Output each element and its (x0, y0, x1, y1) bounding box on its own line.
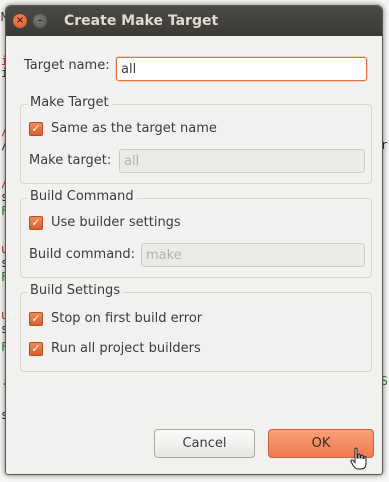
same-as-target-checkbox-row[interactable]: ✓ Same as the target name (29, 121, 217, 136)
build-command-label: Build command: (29, 247, 136, 262)
create-make-target-dialog: × – Create Make Target Target name: Make… (5, 5, 383, 475)
target-name-input[interactable] (116, 57, 367, 81)
dialog-title: Create Make Target (64, 13, 219, 29)
make-target-input[interactable] (119, 149, 365, 173)
hand-cursor-icon (350, 447, 367, 470)
target-name-label: Target name: (24, 58, 110, 73)
make-target-group-title: Make Target (27, 95, 112, 110)
run-all-builders-checkbox-row[interactable]: ✓ Run all project builders (29, 341, 201, 356)
build-command-input[interactable] (141, 243, 365, 267)
same-as-target-label: Same as the target name (51, 121, 217, 136)
close-icon[interactable]: × (13, 14, 27, 28)
title-bar[interactable]: × – Create Make Target (6, 6, 382, 36)
target-name-row: Target name: (24, 58, 110, 73)
make-target-label: Make target: (29, 153, 112, 168)
stop-on-error-checkbox-row[interactable]: ✓ Stop on first build error (29, 311, 202, 326)
use-builder-settings-checkbox[interactable]: ✓ (29, 215, 43, 230)
run-all-builders-label: Run all project builders (51, 341, 201, 356)
run-all-builders-checkbox[interactable]: ✓ (29, 341, 43, 356)
build-command-group: Build Command ✓ Use builder settings Bui… (20, 189, 372, 278)
minimize-icon[interactable]: – (33, 14, 47, 28)
use-builder-settings-label: Use builder settings (51, 215, 181, 230)
build-settings-group-title: Build Settings (27, 283, 124, 298)
stop-on-error-label: Stop on first build error (51, 311, 203, 326)
use-builder-settings-checkbox-row[interactable]: ✓ Use builder settings (29, 215, 181, 230)
same-as-target-checkbox[interactable]: ✓ (29, 121, 43, 136)
stop-on-error-checkbox[interactable]: ✓ (29, 311, 43, 326)
build-settings-group: Build Settings ✓ Stop on first build err… (20, 283, 372, 372)
cancel-button[interactable]: Cancel (154, 429, 255, 458)
build-command-group-title: Build Command (27, 189, 137, 204)
make-target-group: Make Target ✓ Same as the target name Ma… (20, 95, 372, 184)
